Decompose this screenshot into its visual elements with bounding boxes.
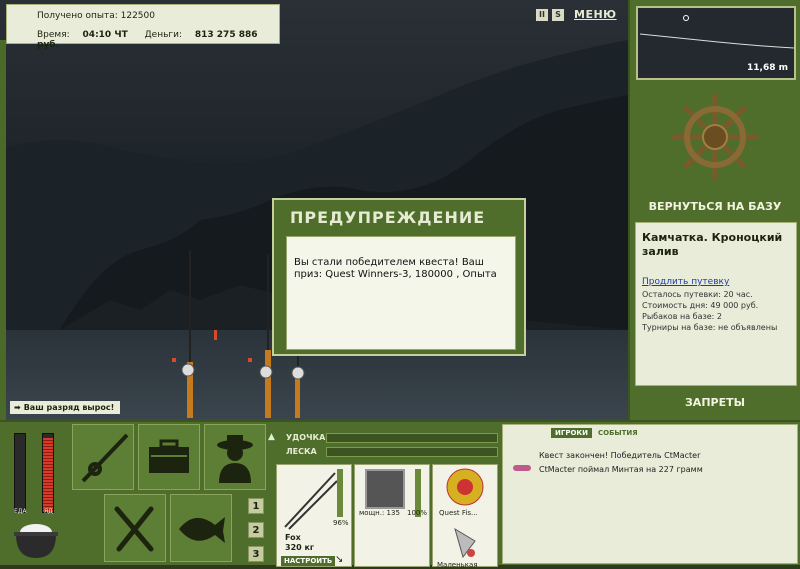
- reel-percent: 100%: [407, 509, 428, 517]
- pot-icon[interactable]: [10, 518, 62, 560]
- fishing-rod-icon: [81, 433, 129, 483]
- ship-wheel-icon[interactable]: [670, 92, 760, 182]
- right-panel: 11,68 m ВЕРНУТЬСЯ НА БАЗУ Камчатка. Крон…: [628, 0, 800, 420]
- status-meters: ЕДА ЯД: [8, 430, 62, 560]
- poison-label: ЯД: [44, 508, 53, 515]
- fisherman-tile[interactable]: [204, 424, 266, 490]
- reel-power: мощн.: 135: [359, 509, 400, 517]
- tab-players[interactable]: ИГРОКИ: [551, 428, 592, 438]
- rod-image-icon: [284, 472, 338, 530]
- sound-button[interactable]: S: [552, 8, 564, 21]
- extend-trip-link[interactable]: Продлить путевку: [642, 277, 790, 287]
- info-line: Стоимость дня: 49 000 руб.: [642, 301, 759, 310]
- line-label: ЛЕСКА: [286, 447, 317, 456]
- rod-name: Fox: [285, 533, 301, 542]
- fork-knife-icon: [114, 506, 154, 552]
- rank-message: Ваш разряд вырос!: [23, 403, 115, 412]
- food-meter: [14, 433, 26, 513]
- events-panel: ИГРОКИ СОБЫТИЯ Квест закончен! Победител…: [502, 424, 798, 564]
- depth-value: 11,68 m: [747, 63, 788, 73]
- tackle-box-icon: [149, 439, 189, 473]
- poison-meter: [42, 433, 54, 513]
- slot-2-button[interactable]: 2: [248, 522, 264, 538]
- line-tension-bar: [326, 447, 498, 457]
- slot-1-button[interactable]: 1: [248, 498, 264, 514]
- lure-icon[interactable]: [445, 523, 485, 563]
- location-info: Камчатка. Кроноцкий залив Продлить путев…: [635, 222, 797, 386]
- info-line: Рыбаков на базе: 2: [642, 312, 722, 321]
- bans-button[interactable]: ЗАПРЕТЫ: [630, 396, 800, 409]
- float-icon: [214, 330, 217, 340]
- line-name: Quest Fis...: [439, 509, 478, 517]
- reel-icon: [365, 469, 405, 509]
- rod-percent: 96%: [333, 519, 349, 527]
- time-label: Время:: [37, 30, 70, 40]
- event-line: CtMacter поймал Минтая на 227 грамм: [539, 465, 703, 474]
- fish-tile[interactable]: [170, 494, 232, 562]
- player-stats-panel: Получено опыта: 122500 Время: 04:10 ЧТ Д…: [6, 4, 280, 50]
- depth-sonar: 11,68 m: [636, 6, 796, 80]
- warning-dialog[interactable]: ПРЕДУПРЕЖДЕНИЕ Вы стали победителем квес…: [272, 198, 526, 356]
- fisherman-icon: [217, 435, 253, 483]
- rod-durability-bar: [337, 469, 343, 517]
- return-to-base-button[interactable]: ВЕРНУТЬСЯ НА БАЗУ: [630, 200, 800, 213]
- line-slot[interactable]: Quest Fis... Маленькая: [432, 464, 498, 569]
- top-controls: II S МЕНЮ: [536, 8, 617, 21]
- experience-label: Получено опыта:: [37, 11, 118, 21]
- food-label: ЕДА: [14, 508, 27, 515]
- menu-button[interactable]: МЕНЮ: [574, 8, 617, 21]
- money-label: Деньги:: [144, 30, 182, 40]
- info-line: Турниры на базе: не объявлены: [642, 323, 778, 332]
- arrow-diagonal-icon[interactable]: ↘: [335, 554, 343, 565]
- rod-2[interactable]: [248, 255, 273, 418]
- lure-name: Маленькая: [437, 561, 478, 569]
- rod-slot[interactable]: 96% Fox 320 кг НАСТРОИТЬ ↘: [276, 464, 352, 567]
- rod-label: УДОЧКА: [286, 433, 326, 442]
- event-line: Квест закончен! Победитель CtMacter: [539, 451, 701, 460]
- rod-weight: 320 кг: [285, 543, 315, 552]
- fish-icon: [179, 517, 225, 543]
- arrow-right-icon: ➡: [14, 403, 21, 412]
- reel-slot[interactable]: мощн.: 135 100%: [354, 464, 430, 567]
- dialog-body: Вы стали победителем квеста! Ваш приз: Q…: [286, 236, 516, 350]
- food-tile[interactable]: [104, 494, 166, 562]
- time-value: 04:10 ЧТ: [82, 30, 128, 40]
- tackle-box-tile[interactable]: [138, 424, 200, 490]
- chevron-up-icon[interactable]: ▲: [268, 432, 275, 442]
- scene-frame: [0, 40, 6, 420]
- dialog-title: ПРЕДУПРЕЖДЕНИЕ: [290, 208, 486, 227]
- info-line: Осталось путевки: 20 час.: [642, 290, 753, 299]
- rank-notification[interactable]: ➡ Ваш разряд вырос!: [10, 401, 120, 414]
- fish-event-icon: [513, 465, 531, 471]
- bottom-panel: ЕДА ЯД 1 2 3 ▲ УДОЧКА ЛЕСКА 96% Fox 320 …: [0, 420, 800, 569]
- pause-button[interactable]: II: [536, 8, 548, 21]
- line-spool-icon: [446, 468, 484, 506]
- experience-value: 122500: [120, 11, 155, 21]
- tab-events[interactable]: СОБЫТИЯ: [596, 428, 640, 438]
- rod-1[interactable]: [172, 250, 195, 418]
- slot-3-button[interactable]: 3: [248, 546, 264, 562]
- location-title: Камчатка. Кроноцкий залив: [642, 231, 783, 258]
- rod-tool-tile[interactable]: [72, 424, 134, 490]
- rod-tension-bar: [326, 433, 498, 443]
- gear-panel: ▲ УДОЧКА ЛЕСКА 96% Fox 320 кг НАСТРОИТЬ …: [268, 430, 498, 569]
